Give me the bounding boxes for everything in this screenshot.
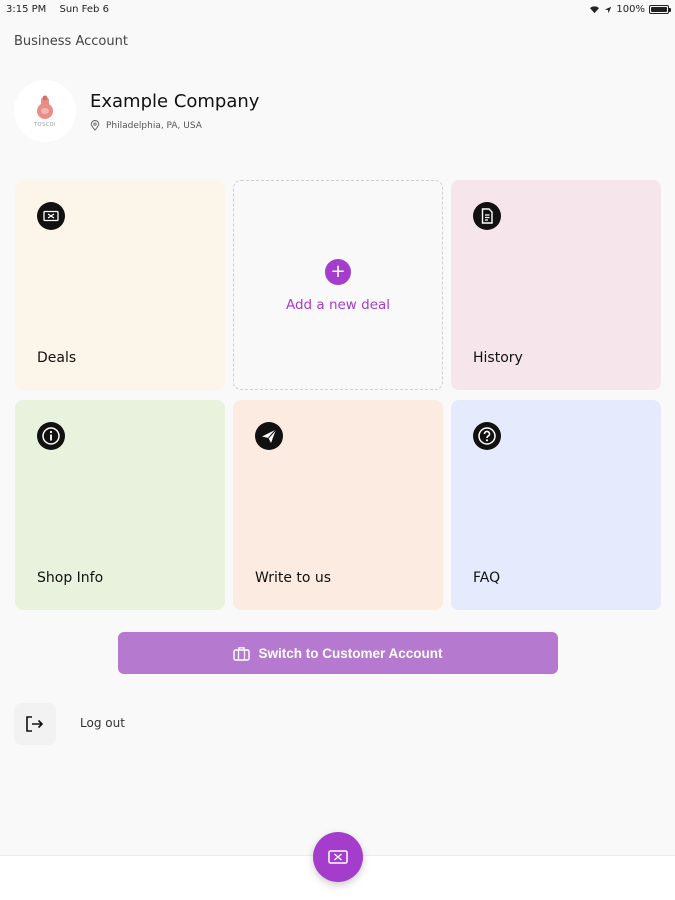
history-tile[interactable]: History [451,180,661,390]
status-bar: 3:15 PM Sun Feb 6 100% [0,0,675,20]
history-label: History [473,350,523,366]
status-date: Sun Feb 6 [59,4,109,15]
status-time: 3:15 PM [6,4,47,15]
company-header: TOSCOI Example Company Philadelphia, PA,… [14,80,259,142]
write-to-us-label: Write to us [255,570,332,586]
write-to-us-tile[interactable]: Write to us [233,400,443,610]
switch-button-label: Switch to Customer Account [258,645,443,661]
company-logo: TOSCOI [14,80,76,142]
page-title: Business Account [14,34,128,49]
battery-icon [649,5,671,14]
switch-to-customer-button[interactable]: Switch to Customer Account [118,632,558,674]
send-icon [255,422,283,450]
company-location: Philadelphia, PA, USA [90,120,259,131]
logout-icon [26,716,44,732]
wifi-icon [590,6,600,14]
briefcase-icon [233,646,251,661]
info-icon [37,422,65,450]
company-logo-text: TOSCOI [33,122,57,128]
shop-info-tile[interactable]: Shop Info [15,400,225,610]
faq-tile[interactable]: FAQ [451,400,661,610]
deals-fab-button[interactable] [313,832,363,882]
add-deal-tile[interactable]: + Add a new deal [233,180,443,390]
logout-button[interactable] [14,703,56,745]
location-pin-icon [90,120,100,131]
battery-percent: 100% [616,4,645,15]
faq-label: FAQ [473,570,501,586]
plus-icon: + [325,259,351,285]
company-logo-image [37,95,53,119]
location-arrow-icon [605,6,612,13]
question-icon [473,422,501,450]
add-deal-label: Add a new deal [285,297,391,313]
company-name: Example Company [90,91,260,112]
logout-label[interactable]: Log out [80,716,125,730]
document-icon [473,202,501,230]
ticket-icon [328,850,348,864]
deals-label: Deals [37,350,77,366]
shop-info-label: Shop Info [37,570,104,586]
ticket-icon [37,202,65,230]
company-location-text: Philadelphia, PA, USA [106,120,202,131]
deals-tile[interactable]: Deals [15,180,225,390]
